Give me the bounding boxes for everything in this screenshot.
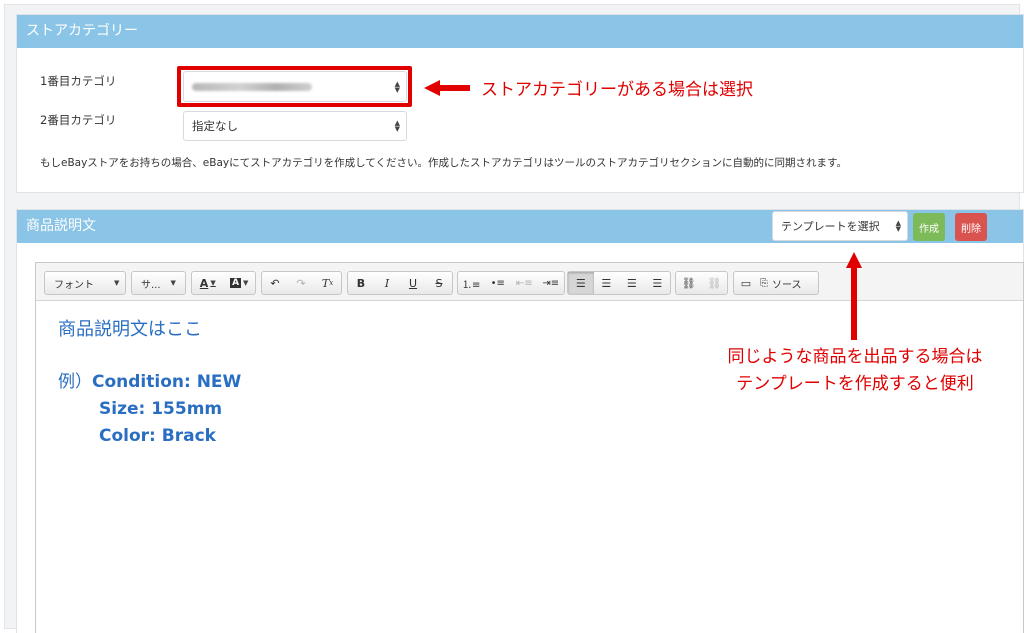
source-label: ソース — [772, 279, 802, 291]
numbered-list-icon[interactable]: ⒈≡ — [458, 272, 485, 294]
dropdown-caret-icon: ▼ — [170, 279, 176, 287]
align-justify-icon[interactable]: ☰ — [645, 272, 671, 294]
indent-icon[interactable]: ⇥≡ — [538, 272, 565, 294]
example-condition: Condition: NEW — [92, 372, 242, 392]
second-category-label: 2番目カテゴリ — [40, 113, 117, 127]
example-color: Color: Brack — [99, 426, 216, 446]
align-center-icon[interactable]: ☰ — [594, 272, 620, 294]
template-annotation-line-2: テンプレートを作成すると便利 — [736, 374, 974, 394]
content-example: 例）Condition: NEW Size: 155mm Color: Brac… — [58, 369, 241, 450]
content-line-1: 商品説明文はここ — [58, 319, 202, 340]
delete-template-button[interactable]: 削除 — [955, 213, 987, 241]
link-group: ⛓ ⛓ — [675, 271, 728, 295]
background-color-icon[interactable]: A ▼ — [224, 272, 256, 294]
select-arrows-icon: ▲ ▼ — [895, 219, 901, 233]
store-annotation-text: ストアカテゴリーがある場合は選択 — [481, 80, 753, 100]
align-right-icon[interactable]: ☰ — [619, 272, 645, 294]
template-select-value: テンプレートを選択 — [781, 220, 880, 233]
list-group: ⒈≡ •≡ ⇤≡ ⇥≡ — [457, 271, 565, 295]
store-category-header: ストアカテゴリー — [17, 15, 1023, 48]
rich-text-editor[interactable]: フォント ▼ サ... ▼ A ▼ A ▼ ↶ ↷ Tx B I U S ⒈≡ •≡… — [35, 262, 1024, 633]
source-group: ▭ ⎘ ソース — [733, 271, 819, 295]
example-size: Size: 155mm — [99, 399, 223, 419]
strikethrough-icon[interactable]: S — [426, 272, 452, 294]
store-category-note: もしeBayストアをお持ちの場合、eBayにてストアカテゴリを作成してください。… — [40, 157, 847, 169]
history-group: ↶ ↷ Tx — [261, 271, 342, 295]
italic-icon[interactable]: I — [374, 272, 400, 294]
text-color-icon[interactable]: A ▼ — [192, 272, 224, 294]
clear-format-icon[interactable]: Tx — [314, 272, 341, 294]
create-template-button[interactable]: 作成 — [913, 213, 945, 241]
source-icon: ⎘ — [760, 277, 768, 289]
font-dropdown[interactable]: フォント ▼ — [44, 271, 126, 295]
outdent-icon[interactable]: ⇤≡ — [511, 272, 538, 294]
bold-icon[interactable]: B — [348, 272, 374, 294]
iframe-icon[interactable]: ▭ — [734, 272, 758, 294]
select-arrows-icon: ▲ ▼ — [394, 119, 400, 133]
bullet-list-icon[interactable]: •≡ — [485, 272, 512, 294]
arrow-left-icon — [424, 80, 470, 96]
size-dropdown-label: サ... — [141, 279, 161, 291]
second-category-select[interactable]: 指定なし ▲ ▼ — [183, 111, 407, 141]
template-annotation: 同じような商品を出品する場合は テンプレートを作成すると便利 — [692, 344, 1018, 398]
undo-icon[interactable]: ↶ — [262, 272, 288, 294]
first-category-label: 1番目カテゴリ — [40, 74, 117, 88]
example-prefix: 例） — [58, 372, 92, 392]
font-dropdown-label: フォント — [54, 279, 94, 291]
source-button[interactable]: ⎘ ソース — [758, 272, 818, 294]
second-category-value: 指定なし — [192, 119, 238, 133]
color-group: A ▼ A ▼ — [191, 271, 256, 295]
highlight-box — [177, 66, 412, 107]
template-annotation-line-1: 同じような商品を出品する場合は — [727, 347, 983, 367]
unlink-icon[interactable]: ⛓ — [702, 272, 728, 294]
arrow-up-icon — [846, 252, 862, 340]
editor-content: 商品説明文はここ 例）Condition: NEW Size: 155mm Co… — [58, 315, 241, 446]
dropdown-caret-icon: ▼ — [114, 279, 120, 287]
link-icon[interactable]: ⛓ — [676, 272, 702, 294]
underline-icon[interactable]: U — [400, 272, 426, 294]
align-group: ☰ ☰ ☰ ☰ — [567, 271, 671, 295]
size-dropdown[interactable]: サ... ▼ — [131, 271, 186, 295]
redo-icon[interactable]: ↷ — [288, 272, 314, 294]
editor-toolbar: フォント ▼ サ... ▼ A ▼ A ▼ ↶ ↷ Tx B I U S ⒈≡ •≡… — [36, 263, 1023, 301]
template-select[interactable]: テンプレートを選択 ▲ ▼ — [772, 211, 908, 241]
align-left-icon[interactable]: ☰ — [568, 272, 594, 294]
format-group: B I U S — [347, 271, 453, 295]
